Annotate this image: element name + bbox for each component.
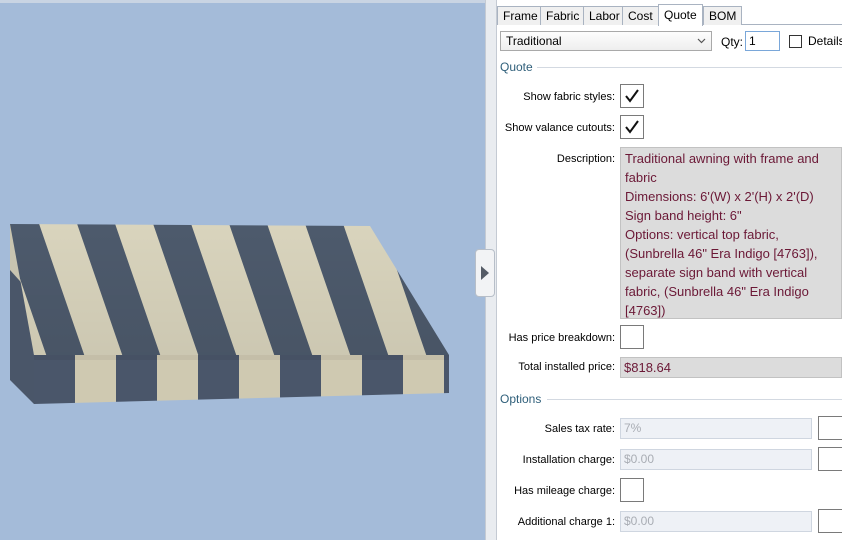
has-mileage-charge-label: Has mileage charge: [514,485,615,497]
tab-labor[interactable]: Labor [583,6,626,25]
options-section-title: Options [500,392,542,406]
options-section-divider [547,399,842,400]
description-line: Dimensions: 6'(W) x 2'(H) x 2'(D) [625,189,814,204]
show-fabric-styles-label: Show fabric styles: [523,91,615,103]
description-line: fabric, (Sunbrella 46" Era Indigo [625,284,809,299]
awning-style-value: Traditional [506,34,562,48]
description-line: separate sign band with vertical [625,265,808,280]
description-label: Description: [556,153,615,165]
description-line: Sign band height: 6" [625,208,742,223]
collapse-panel-button[interactable] [475,249,495,297]
qty-input[interactable]: 1 [745,31,780,51]
awning-sign-band [34,355,449,404]
qty-label: Qty: [721,35,744,49]
sales-tax-rate-input[interactable]: 7% [620,418,812,439]
tab-bar: Frame Fabric Labor Cost Quote BOM [497,4,842,26]
chevron-right-icon [481,266,489,280]
show-valance-cutouts-label: Show valance cutouts: [504,122,615,134]
total-installed-price-value[interactable]: $818.64 [620,357,842,378]
description-text[interactable]: Traditional awning with frame and fabric… [620,147,842,319]
details-label: Details [808,34,842,48]
description-line: [4763]) [625,303,666,318]
additional-charge-1-label: Additional charge 1: [517,516,615,528]
tab-cost[interactable]: Cost [622,6,659,25]
awning-style-select[interactable]: Traditional [500,31,712,51]
checkmark-icon [625,120,639,134]
details-checkbox[interactable] [789,35,802,48]
3d-viewport[interactable] [0,0,485,540]
tab-fabric[interactable]: Fabric [540,6,586,25]
chevron-down-icon [695,32,707,50]
has-price-breakdown-checkbox[interactable] [620,325,644,349]
total-installed-price-label: Total installed price: [518,361,615,373]
installation-charge-input[interactable]: $0.00 [620,449,812,470]
installation-charge-label: Installation charge: [522,454,615,466]
show-valance-cutouts-checkbox[interactable] [620,115,644,139]
quote-section-title: Quote [500,60,533,74]
has-price-breakdown-label: Has price breakdown: [508,332,615,344]
sales-tax-rate-toggle[interactable] [818,416,842,440]
description-line: (Sunbrella 46" Era Indigo [4763]), [625,246,818,261]
has-mileage-charge-checkbox[interactable] [620,478,644,502]
description-line: Options: vertical top fabric, [625,227,779,242]
installation-charge-toggle[interactable] [818,447,842,471]
additional-charge-1-input[interactable]: $0.00 [620,511,812,532]
tab-quote[interactable]: Quote [658,4,703,26]
awning-model[interactable] [0,0,485,540]
description-line: fabric [625,170,657,185]
tab-bom[interactable]: BOM [703,6,743,25]
quote-section-divider [537,67,842,68]
description-line: Traditional awning with frame and [625,151,819,166]
properties-panel: Frame Fabric Labor Cost Quote BOM Tradit… [497,0,842,540]
show-fabric-styles-checkbox[interactable] [620,84,644,108]
checkmark-icon [625,89,639,103]
additional-charge-1-toggle[interactable] [818,509,842,533]
tab-frame[interactable]: Frame [497,6,544,25]
sales-tax-rate-label: Sales tax rate: [544,423,615,435]
